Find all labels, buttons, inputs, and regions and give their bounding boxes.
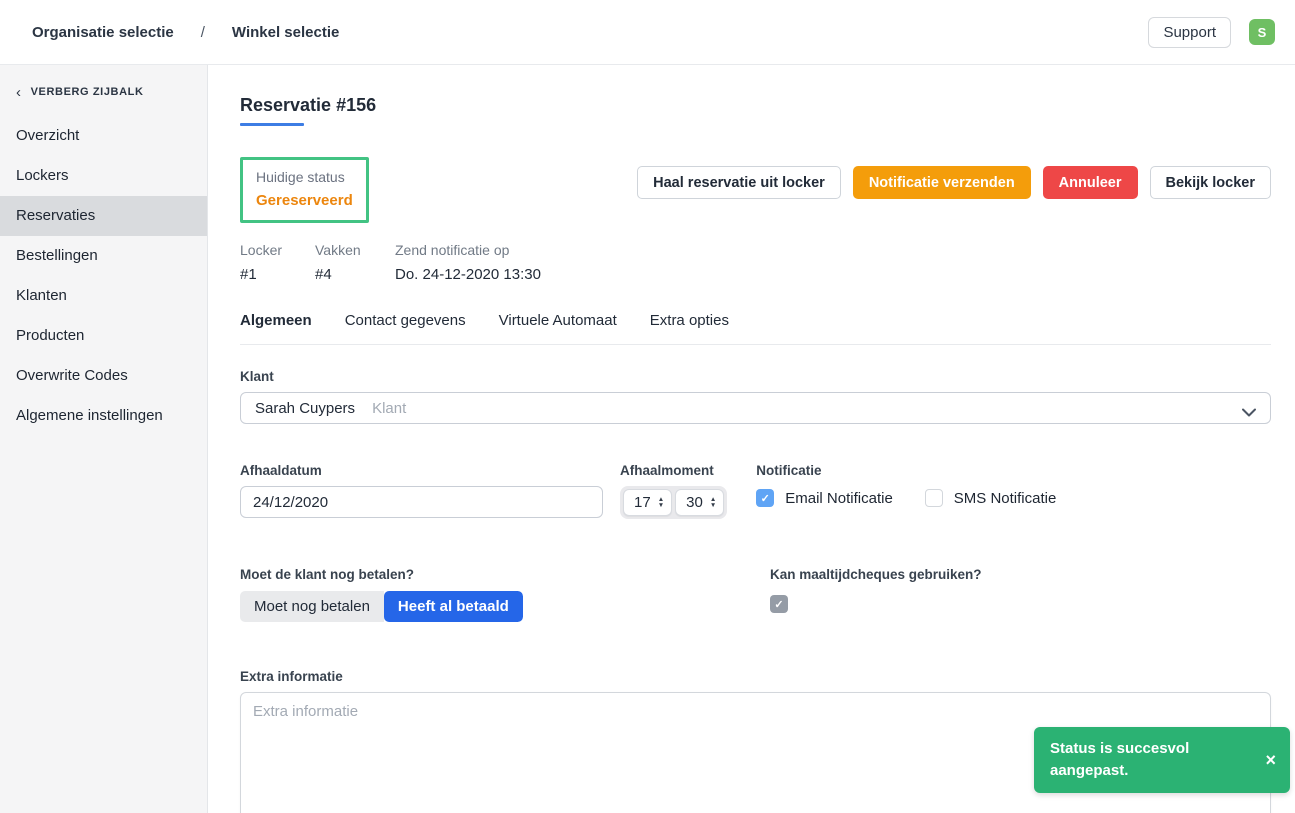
tab-bar: Algemeen Contact gegevens Virtuele Autom…: [240, 312, 1271, 345]
sidebar-item-reservaties[interactable]: Reservaties: [0, 196, 207, 236]
chevron-left-icon: ‹: [16, 87, 22, 98]
annuleer-button[interactable]: Annuleer: [1043, 166, 1138, 199]
payment-row: Moet de klant nog betalen? Moet nog beta…: [240, 567, 1271, 622]
klant-label: Klant: [240, 369, 1271, 384]
meta-locker-label: Locker: [240, 242, 315, 258]
sms-notificatie-label: SMS Notificatie: [954, 490, 1057, 507]
date-time-notif-row: Afhaaldatum Afhaalmoment 17 ▲▼ 30: [240, 463, 1271, 519]
sms-notificatie-option[interactable]: SMS Notificatie: [925, 489, 1057, 507]
hour-value: 17: [634, 494, 651, 511]
klant-select-value: Sarah Cuypers: [255, 400, 355, 417]
breadcrumb: Organisatie selectie / Winkel selectie: [32, 24, 339, 41]
minute-stepper[interactable]: 30 ▲▼: [675, 489, 724, 516]
sidebar: ‹ VERBERG ZIJBALK Overzicht Lockers Rese…: [0, 65, 208, 813]
body-layout: ‹ VERBERG ZIJBALK Overzicht Lockers Rese…: [0, 65, 1295, 813]
sidebar-item-overwrite-codes[interactable]: Overwrite Codes: [0, 356, 207, 396]
breadcrumb-winkel[interactable]: Winkel selectie: [232, 24, 339, 41]
main-content: Reservatie #156 Huidige status Gereserve…: [208, 65, 1295, 813]
page-title: Reservatie #156: [240, 95, 1271, 116]
close-icon[interactable]: ×: [1265, 751, 1276, 769]
check-icon: ✓: [774, 598, 783, 611]
sidebar-collapse-button[interactable]: ‹ VERBERG ZIJBALK: [0, 86, 207, 98]
sidebar-item-klanten[interactable]: Klanten: [0, 276, 207, 316]
reservation-meta: Locker #1 Vakken #4 Zend notificatie op …: [240, 242, 1271, 283]
breadcrumb-organisatie[interactable]: Organisatie selectie: [32, 24, 174, 41]
sidebar-item-overzicht[interactable]: Overzicht: [0, 116, 207, 156]
heeft-al-betaald-toggle[interactable]: Heeft al betaald: [384, 591, 523, 622]
email-notificatie-label: Email Notificatie: [785, 490, 893, 507]
status-value: Gereserveerd: [256, 192, 353, 209]
title-underline: [240, 123, 304, 126]
app-window: Organisatie selectie / Winkel selectie S…: [0, 0, 1295, 813]
meta-vakken-label: Vakken: [315, 242, 395, 258]
afhaaldatum-field-group: Afhaaldatum: [240, 463, 603, 519]
meta-vakken: Vakken #4: [315, 242, 395, 283]
stepper-arrows-icon[interactable]: ▲▼: [658, 497, 664, 508]
avatar[interactable]: S: [1249, 19, 1275, 45]
extra-informatie-label: Extra informatie: [240, 669, 1271, 684]
minute-value: 30: [686, 494, 703, 511]
sidebar-nav: Overzicht Lockers Reservaties Bestelling…: [0, 116, 207, 436]
meta-locker: Locker #1: [240, 242, 315, 283]
support-button[interactable]: Support: [1148, 17, 1231, 48]
maaltijdcheques-field-group: Kan maaltijdcheques gebruiken? ✓: [770, 567, 982, 622]
topbar: Organisatie selectie / Winkel selectie S…: [0, 0, 1295, 65]
haal-reservatie-uit-locker-button[interactable]: Haal reservatie uit locker: [637, 166, 841, 199]
maaltijdcheques-checkbox[interactable]: ✓: [770, 595, 788, 613]
afhaalmoment-field-group: Afhaalmoment 17 ▲▼ 30 ▲▼: [620, 463, 727, 519]
tab-extra-opties[interactable]: Extra opties: [650, 312, 729, 329]
tab-contact-gegevens[interactable]: Contact gegevens: [345, 312, 466, 329]
meta-zend-value: Do. 24-12-2020 13:30: [395, 266, 541, 283]
meta-zend-label: Zend notificatie op: [395, 242, 541, 258]
bekijk-locker-button[interactable]: Bekijk locker: [1150, 166, 1271, 199]
meta-locker-value: #1: [240, 266, 315, 283]
sidebar-item-lockers[interactable]: Lockers: [0, 156, 207, 196]
betalen-field-group: Moet de klant nog betalen? Moet nog beta…: [240, 567, 770, 622]
breadcrumb-separator: /: [201, 24, 205, 41]
check-icon: ✓: [761, 492, 770, 505]
meta-vakken-value: #4: [315, 266, 395, 283]
sidebar-item-producten[interactable]: Producten: [0, 316, 207, 356]
tab-algemeen[interactable]: Algemeen: [240, 312, 312, 329]
afhaaldatum-label: Afhaaldatum: [240, 463, 603, 478]
sms-notificatie-checkbox[interactable]: [925, 489, 943, 507]
toast-message: Status is succesvol aangepast.: [1050, 738, 1255, 782]
notificatie-field-group: Notificatie ✓ Email Notificatie SMS Noti…: [756, 463, 1056, 519]
email-notificatie-option[interactable]: ✓ Email Notificatie: [756, 489, 893, 507]
afhaaldatum-input[interactable]: [240, 486, 603, 518]
afhaalmoment-label: Afhaalmoment: [620, 463, 727, 478]
toast-notification: Status is succesvol aangepast. ×: [1034, 727, 1290, 793]
sidebar-collapse-label: VERBERG ZIJBALK: [31, 86, 144, 98]
tab-virtuele-automaat[interactable]: Virtuele Automaat: [499, 312, 617, 329]
status-actions-row: Huidige status Gereserveerd Haal reserva…: [240, 157, 1271, 223]
status-label: Huidige status: [256, 169, 353, 185]
betalen-toggle-group: Moet nog betalen Heeft al betaald: [240, 591, 523, 622]
chevron-down-icon: [1242, 404, 1256, 422]
sidebar-item-algemene-instellingen[interactable]: Algemene instellingen: [0, 396, 207, 436]
email-notificatie-checkbox[interactable]: ✓: [756, 489, 774, 507]
stepper-arrows-icon[interactable]: ▲▼: [710, 497, 716, 508]
notificatie-verzenden-button[interactable]: Notificatie verzenden: [853, 166, 1031, 199]
meta-zend-notificatie: Zend notificatie op Do. 24-12-2020 13:30: [395, 242, 541, 283]
afhaalmoment-steppers: 17 ▲▼ 30 ▲▼: [620, 486, 727, 519]
notificatie-options: ✓ Email Notificatie SMS Notificatie: [756, 489, 1056, 507]
topbar-right: Support S: [1148, 17, 1275, 48]
maaltijdcheques-label: Kan maaltijdcheques gebruiken?: [770, 567, 982, 582]
betalen-label: Moet de klant nog betalen?: [240, 567, 770, 582]
moet-nog-betalen-toggle[interactable]: Moet nog betalen: [240, 591, 384, 622]
klant-select[interactable]: Sarah Cuypers Klant: [240, 392, 1271, 424]
action-buttons: Haal reservatie uit locker Notificatie v…: [637, 166, 1271, 199]
notificatie-label: Notificatie: [756, 463, 1056, 478]
hour-stepper[interactable]: 17 ▲▼: [623, 489, 672, 516]
status-box: Huidige status Gereserveerd: [240, 157, 369, 223]
klant-select-placeholder: Klant: [372, 400, 406, 417]
klant-field-group: Klant Sarah Cuypers Klant: [240, 369, 1271, 424]
sidebar-item-bestellingen[interactable]: Bestellingen: [0, 236, 207, 276]
